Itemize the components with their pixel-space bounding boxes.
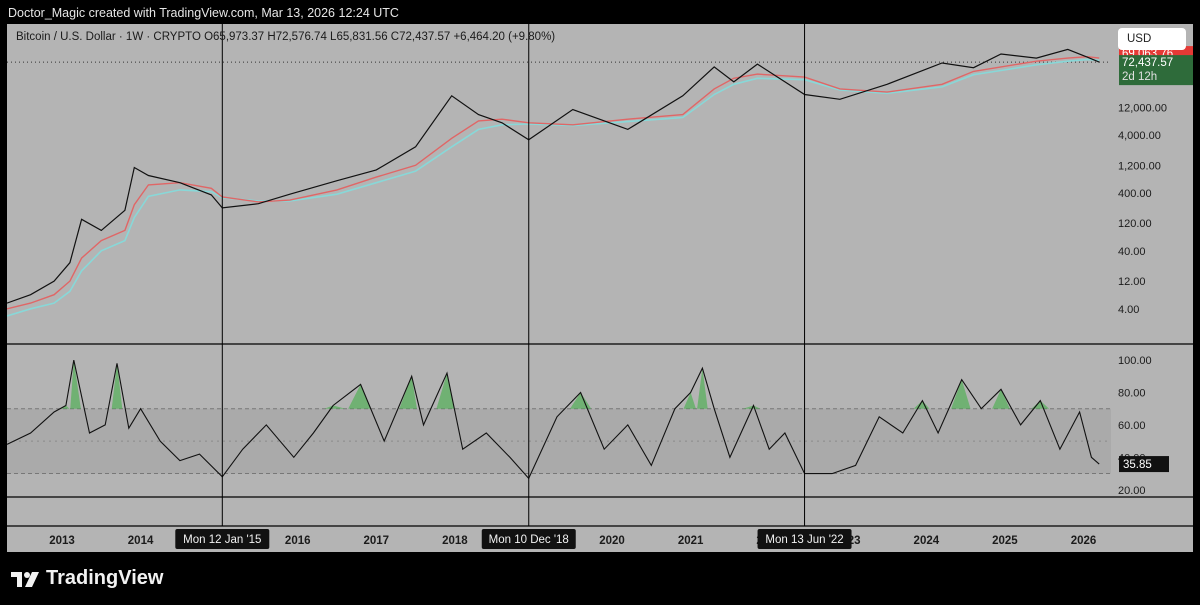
rsi-value-label: 35.85	[1123, 459, 1152, 471]
rsi-axis-label: 80.00	[1118, 388, 1146, 400]
time-axis-label: 2017	[364, 535, 390, 547]
rsi-overbought-fill	[992, 389, 1010, 409]
rsi-overbought-fill	[697, 368, 708, 409]
rsi-axis-label: 100.00	[1118, 355, 1152, 367]
tradingview-logo-icon	[11, 571, 39, 587]
price-axis-label: 120.00	[1118, 218, 1152, 230]
price-axis-label: 40.00	[1118, 246, 1146, 258]
slow-moving-average-line	[7, 58, 1100, 317]
fast-moving-average-line	[7, 55, 1100, 310]
rsi-axis-label: 20.00	[1118, 485, 1146, 497]
time-axis-label: 2024	[914, 535, 940, 547]
tradingview-brand[interactable]: TradingView	[10, 567, 163, 590]
time-axis-label: 2020	[599, 535, 625, 547]
crosshair-date-label: Mon 10 Dec '18	[489, 534, 569, 546]
countdown-label: 2d 12h	[1122, 71, 1157, 83]
rsi-overbought-fill	[399, 376, 417, 409]
time-axis-label: 2014	[128, 535, 154, 547]
brand-name: TradingView	[46, 567, 164, 589]
price-axis-label: 4.00	[1118, 304, 1139, 316]
crosshair-date-label: Mon 12 Jan '15	[183, 534, 261, 546]
chart-area[interactable]: 4.00 12.00 40.00 120.00 400.00 1,200.00 4,000.…	[7, 24, 1193, 552]
time-axis-label: 2013	[49, 535, 75, 547]
rsi-overbought-fill	[348, 384, 372, 409]
price-axis-label: 4,000.00	[1118, 130, 1161, 142]
price-axis-label: 400.00	[1118, 188, 1152, 200]
rsi-overbought-fill	[683, 392, 696, 409]
time-axis-label: 2025	[992, 535, 1018, 547]
chart-canvas[interactable]: 4.00 12.00 40.00 120.00 400.00 1,200.00 4,000.…	[7, 24, 1193, 552]
time-axis-label: 2026	[1071, 535, 1097, 547]
time-axis-label: 2018	[442, 535, 468, 547]
time-axis-label: 2016	[285, 535, 311, 547]
rsi-overbought-fill	[324, 405, 346, 409]
ohlc-legend: Bitcoin / U.S. Dollar · 1W · CRYPTO O65,…	[16, 31, 556, 43]
rsi-axis-label: 60.00	[1118, 420, 1146, 432]
time-axis-label: 2021	[678, 535, 704, 547]
rsi-overbought-fill	[951, 379, 971, 409]
currency-button[interactable]: USD	[1118, 28, 1186, 50]
price-axis-label: 12,000.00	[1118, 102, 1167, 114]
chart-credit: Doctor_Magic created with TradingView.co…	[8, 6, 399, 20]
crosshair-date-label: Mon 13 Jun '22	[765, 534, 843, 546]
price-axis-label: 12.00	[1118, 276, 1146, 288]
last-price-label: 72,437.57	[1122, 57, 1173, 69]
price-axis-label: 1,200.00	[1118, 160, 1161, 172]
